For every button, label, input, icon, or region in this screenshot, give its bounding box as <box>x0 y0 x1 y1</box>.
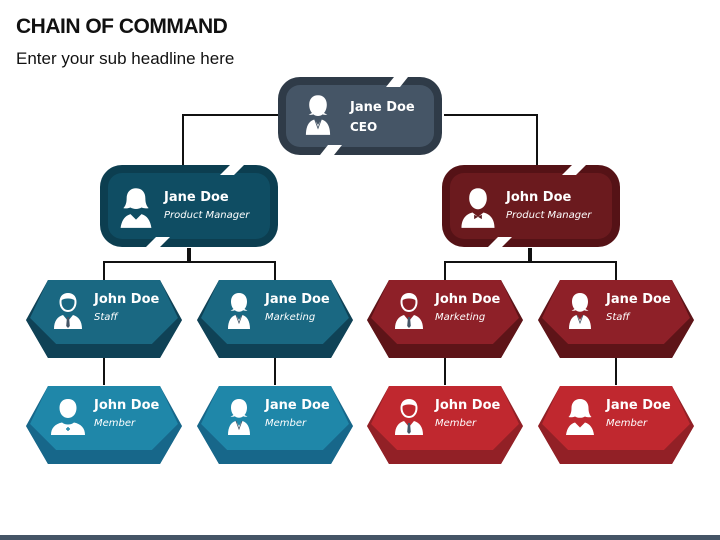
node-l3-1[interactable]: John Doe Staff <box>26 278 182 358</box>
female-icon <box>560 394 600 438</box>
node-l4-3[interactable]: John Doe Member <box>367 384 523 464</box>
node-pm-left-role: Product Manager <box>164 210 250 221</box>
female-executive-icon <box>219 394 259 438</box>
footer-bar <box>0 535 720 540</box>
node-role: Member <box>265 418 307 429</box>
node-l4-4[interactable]: Jane Doe Member <box>538 384 694 464</box>
female-icon <box>114 183 158 231</box>
node-role: Member <box>435 418 477 429</box>
node-role: Staff <box>94 312 118 323</box>
node-name: John Doe <box>94 398 160 413</box>
female-executive-icon <box>560 288 600 332</box>
node-name: John Doe <box>435 398 501 413</box>
node-name: John Doe <box>94 292 160 307</box>
node-name: Jane Doe <box>265 292 330 307</box>
node-pm-left[interactable]: Jane Doe Product Manager <box>98 163 280 249</box>
node-role: Member <box>606 418 648 429</box>
node-name: Jane Doe <box>606 398 671 413</box>
male-suit-icon <box>48 288 88 332</box>
node-name: Jane Doe <box>606 292 671 307</box>
node-pm-right-role: Product Manager <box>506 210 592 221</box>
node-name: John Doe <box>435 292 501 307</box>
female-executive-icon <box>219 288 259 332</box>
connector-ceo-right <box>444 114 538 165</box>
male-suit-icon <box>389 288 429 332</box>
connector-pm-right-children <box>444 248 617 280</box>
connector-ceo-left <box>182 114 278 165</box>
node-l3-2[interactable]: Jane Doe Marketing <box>197 278 353 358</box>
connector-pm-left-children <box>103 248 276 280</box>
node-name: Jane Doe <box>265 398 330 413</box>
node-ceo-role: CEO <box>350 120 378 134</box>
node-l4-1[interactable]: John Doe Member <box>26 384 182 464</box>
node-role: Marketing <box>265 312 316 323</box>
node-l3-4[interactable]: Jane Doe Staff <box>538 278 694 358</box>
node-l4-2[interactable]: Jane Doe Member <box>197 384 353 464</box>
node-ceo[interactable]: Jane Doe CEO <box>276 74 444 158</box>
female-executive-icon <box>296 90 340 138</box>
node-ceo-name: Jane Doe <box>350 100 415 115</box>
node-pm-right[interactable]: John Doe Product Manager <box>440 163 622 249</box>
node-role: Staff <box>606 312 630 323</box>
node-role: Member <box>94 418 136 429</box>
node-pm-left-name: Jane Doe <box>164 190 229 205</box>
node-role: Marketing <box>435 312 486 323</box>
male-priest-icon <box>48 394 88 438</box>
male-bowtie-icon <box>456 183 500 231</box>
node-pm-right-name: John Doe <box>506 190 572 205</box>
node-l3-3[interactable]: John Doe Marketing <box>367 278 523 358</box>
male-suit-icon <box>389 394 429 438</box>
